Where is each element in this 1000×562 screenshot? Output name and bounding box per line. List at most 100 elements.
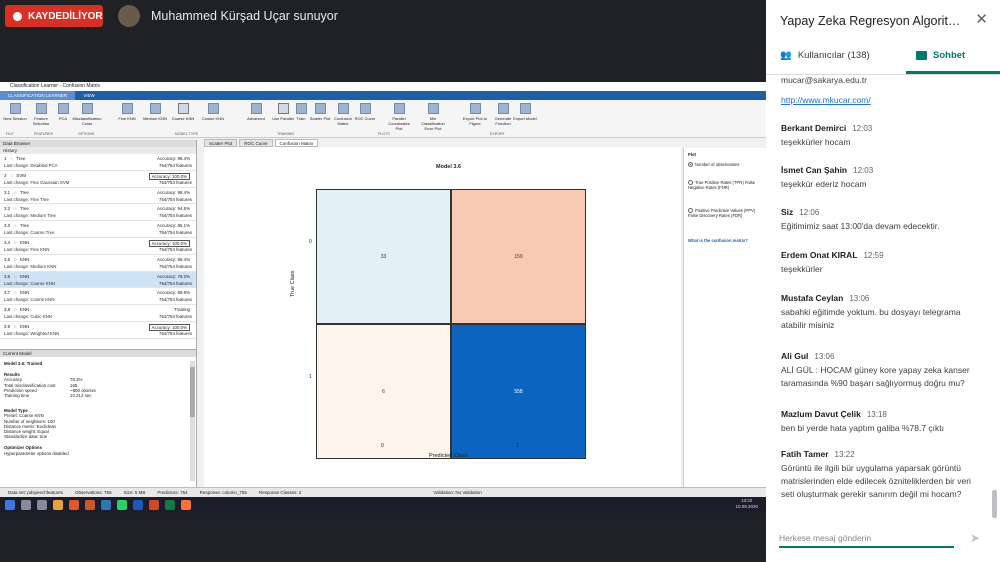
meet-side-panel: Yapay Zeka Regresyon Algoritmal... ✕ 👥 Ku… — [766, 0, 1000, 562]
current-model-scrollbar[interactable] — [190, 361, 195, 481]
optimizer-value: Hyperparameter options disabled — [4, 450, 69, 456]
ribbon-button-medium-knn[interactable]: Medium KNN — [142, 103, 168, 121]
whatsapp-icon[interactable] — [117, 500, 127, 510]
model-history-item[interactable]: 3.9 ☆ KNN Last change: Weighted KNN Accuracy… — [0, 322, 196, 339]
ribbon-section-label: OPTIONS — [78, 132, 95, 136]
matlab-icon[interactable] — [85, 500, 95, 510]
chat-message: Mazlum Davut Çelik 13:18 ben bi yerde hata… — [781, 409, 986, 435]
model-last-change: Last change: Cosine KNN — [4, 297, 55, 303]
status-dataset: Data set: pdspeechfeatures — [8, 490, 64, 495]
model-history-item[interactable]: 3.4 ☆ KNN Last change: Fine KNN Accuracy: 10… — [0, 238, 196, 255]
model-history-item[interactable]: 1 ☆ Tree Last change: Disabled PCA Accuracy:… — [0, 154, 196, 171]
ribbon-button-icon — [519, 103, 531, 114]
ribbon-button-min-classification-error-plot[interactable]: Min Classification Error Plot — [420, 103, 446, 131]
star-icon[interactable]: ☆ — [13, 190, 17, 195]
model-id: 3.5 — [4, 256, 11, 262]
star-icon[interactable]: ☆ — [13, 324, 17, 329]
model-history-item[interactable]: 3.6 ☆ KNN Last change: Coarse KNN Accuracy: … — [0, 271, 196, 289]
star-icon[interactable]: ☆ — [13, 290, 17, 295]
y-axis-label: True Class — [290, 270, 296, 297]
tab-view[interactable]: VIEW — [75, 91, 103, 100]
powerpoint-icon[interactable] — [149, 500, 159, 510]
excel-icon[interactable] — [165, 500, 175, 510]
tab-confusion-matrix[interactable]: Confusion Matrix — [274, 139, 319, 147]
confusion-help-link[interactable]: What is the confusion matrix? — [688, 238, 748, 243]
star-icon[interactable]: ☆ — [13, 274, 17, 279]
model-history-item[interactable]: 3.3 ☆ Tree Last change: Coarse Tree Accuracy… — [0, 221, 196, 238]
model-type: Tree — [16, 156, 26, 161]
model-history-list: 1 ☆ Tree Last change: Disabled PCA Accuracy:… — [0, 154, 196, 339]
start-icon[interactable] — [5, 500, 15, 510]
search-icon[interactable] — [21, 500, 31, 510]
star-icon[interactable]: ☆ — [13, 257, 17, 262]
option-ppv-fdr[interactable]: Positive Predictive Values (PPV) False D… — [688, 208, 764, 218]
message-text: ben bi yerde hata yaptım galiba %78.7 çı… — [781, 423, 945, 433]
model-type: SVM — [16, 172, 26, 178]
chat-scrollbar[interactable] — [992, 490, 997, 518]
model-id-type: 3.6 ☆ KNN — [4, 274, 29, 280]
result-key: Training time — [4, 393, 30, 399]
star-icon[interactable]: ☆ — [13, 307, 17, 312]
ribbon-button-icon — [207, 103, 219, 114]
ribbon-button-label: Coarse KNN — [171, 116, 195, 121]
message-time: 12:03 — [853, 166, 874, 175]
tab-chat[interactable]: Sohbet — [916, 50, 965, 61]
ribbon-button-label: Advanced — [247, 116, 265, 121]
file-explorer-icon[interactable] — [53, 500, 63, 510]
ribbon-button-new-session[interactable]: New Session — [2, 103, 28, 121]
model-history-item[interactable]: 3.2 ☆ Tree Last change: Medium Tree Accuracy… — [0, 204, 196, 222]
model-features: 754/754 features — [159, 314, 192, 320]
tab-scatter-plot[interactable]: Scatter Plot — [204, 139, 238, 147]
ribbon-button-fine-knn[interactable]: Fine KNN — [114, 103, 140, 121]
firefox-icon[interactable] — [181, 500, 191, 510]
option-observations[interactable]: Number of observations — [688, 162, 764, 168]
ribbon-button-roc-curve[interactable]: ROC Curve — [352, 103, 378, 121]
ribbon-button-parallel-coordinates-plot[interactable]: Parallel Coordinates Plot — [386, 103, 412, 131]
model-type-list: Preset: Coarse KNN Number of neighbors: 1… — [0, 413, 196, 439]
option-tpr-fnr[interactable]: True Positive Rates (TPR) False Negative… — [688, 180, 764, 190]
message-sender: İsmet Can Şahin 12:03 — [781, 165, 874, 175]
ribbon-section-label: EXPORT — [490, 132, 505, 136]
close-icon[interactable]: ✕ — [975, 10, 988, 28]
model-type: Tree — [20, 189, 29, 195]
ribbon-button-misclassification-costs[interactable]: Misclassification Costs — [73, 103, 101, 126]
chrome-icon[interactable] — [69, 500, 79, 510]
ribbon-button-coarse-knn[interactable]: Coarse KNN — [170, 103, 196, 121]
message-text: Eğitimimiz saat 13:00'da devam edecektir… — [781, 221, 940, 231]
message-sender: Siz 12:06 — [781, 207, 820, 217]
model-history-item[interactable]: 3.8 ☆ KNN Last change: Cubic KNN Training 754… — [0, 305, 196, 322]
tab-roc-curve[interactable]: ROC Curve — [239, 139, 273, 147]
message-link[interactable]: http://www.mkucar.com/ — [781, 95, 986, 105]
chat-message-input[interactable]: Herkese mesaj gönderin — [779, 533, 954, 548]
ribbon-button-icon — [469, 103, 481, 114]
star-icon[interactable]: ☆ — [13, 206, 17, 211]
chat-message: Ali Gul 13:06 ALİ GÜL : HOCAM güney kore y… — [781, 351, 986, 390]
model-history-item[interactable]: 3.1 ☆ Tree Last change: Fine Tree Accuracy: … — [0, 188, 196, 205]
model-history-item[interactable]: 3.5 ☆ KNN Last change: Medium KNN Accuracy: … — [0, 255, 196, 272]
message-time: 12:06 — [799, 208, 820, 217]
message-sender: Mazlum Davut Çelik 13:18 — [781, 409, 887, 419]
current-model-header[interactable]: Current Model — [0, 350, 196, 357]
ribbon-button-export-model[interactable]: Export Model — [512, 103, 538, 121]
star-icon[interactable]: ☆ — [13, 240, 17, 245]
tab-classification-learner[interactable]: CLASSIFICATION LEARNER — [0, 91, 76, 100]
matlab-window: Classification Learner - Confusion Matri… — [0, 82, 766, 497]
word-icon[interactable] — [133, 500, 143, 510]
ribbon-button-cosine-knn[interactable]: Cosine KNN — [200, 103, 226, 121]
tab-users[interactable]: 👥 Kullanıcılar (138) — [780, 50, 870, 61]
star-icon[interactable]: ☆ — [9, 173, 13, 178]
send-icon[interactable]: ➤ — [970, 531, 980, 545]
model-history-item[interactable]: 3.7 ☆ KNN Last change: Cosine KNN Accuracy: … — [0, 288, 196, 306]
ribbon-button-advanced[interactable]: Advanced — [243, 103, 269, 121]
task-view-icon[interactable] — [37, 500, 47, 510]
model-last-change: Last change: Weighted KNN — [4, 330, 60, 336]
model-history-item[interactable]: 2 ☆ SVM Last change: Fine Gaussian SVM Accur… — [0, 171, 196, 188]
ribbon-section-label: FILE — [6, 132, 14, 136]
message-sender: Fatih Tamer 13:22 — [781, 449, 855, 459]
star-icon[interactable]: ☆ — [13, 223, 17, 228]
ribbon-button-export-plot-to-figure[interactable]: Export Plot to Figure — [462, 103, 488, 126]
star-icon[interactable]: ☆ — [9, 156, 13, 161]
history-header[interactable]: History — [0, 147, 196, 154]
ribbon-button-label: Cosine KNN — [201, 116, 224, 121]
app-icon[interactable] — [101, 500, 111, 510]
